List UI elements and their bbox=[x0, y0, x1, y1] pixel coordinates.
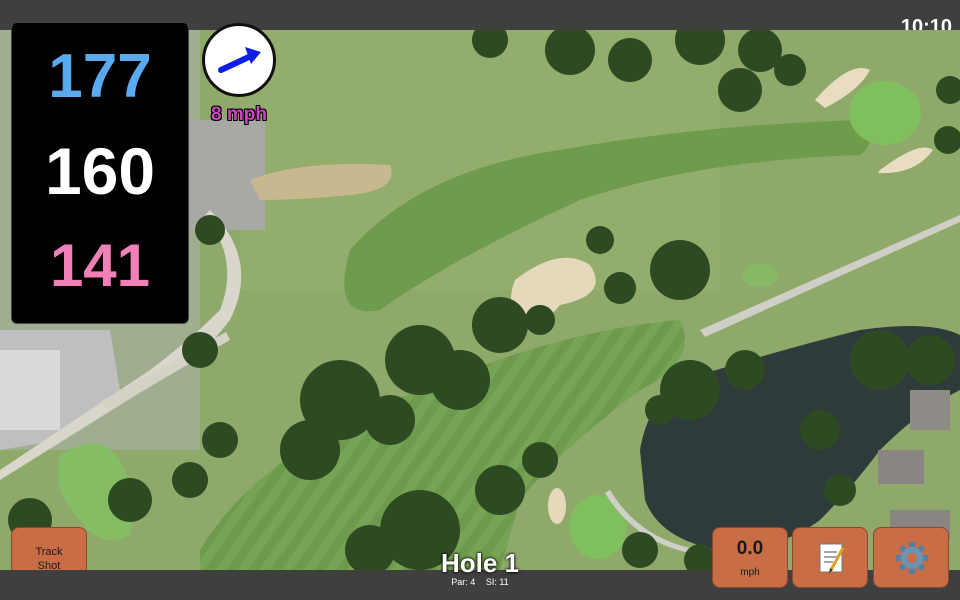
par-label: Par: 4 bbox=[451, 577, 476, 587]
gear-icon bbox=[896, 542, 928, 574]
memo-icon bbox=[819, 543, 845, 573]
wind-speed-label: 8 mph bbox=[196, 104, 282, 126]
wind-direction-indicator bbox=[202, 23, 276, 97]
distance-front: 141 bbox=[49, 232, 151, 299]
distance-back: 177 bbox=[48, 42, 152, 111]
hole-title: Hole 1 bbox=[440, 548, 520, 578]
distance-panel: 177 160 141 bbox=[11, 22, 189, 324]
notes-button[interactable] bbox=[792, 527, 868, 588]
speed-button[interactable]: 0.0 mph bbox=[712, 527, 788, 588]
speed-unit: mph bbox=[740, 567, 760, 578]
track-shot-label-line1: Track bbox=[35, 546, 63, 558]
arrow-up-right-icon bbox=[218, 47, 261, 73]
speed-value: 0.0 bbox=[736, 538, 764, 559]
settings-button[interactable] bbox=[873, 527, 949, 588]
hole-info: Par: 4 SI: 11 bbox=[400, 577, 560, 587]
distance-center: 160 bbox=[44, 134, 156, 208]
wind-speed-text: 8 mph bbox=[211, 104, 267, 125]
stroke-index-label: SI: 11 bbox=[485, 577, 509, 587]
